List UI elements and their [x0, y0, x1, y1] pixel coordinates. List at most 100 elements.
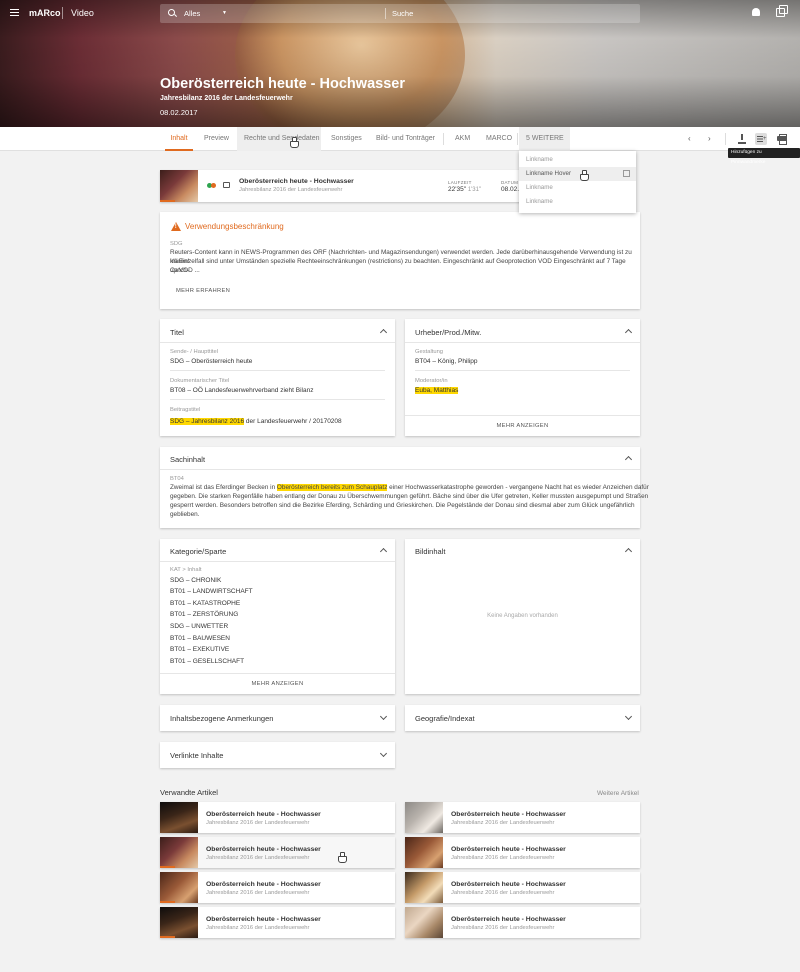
chevron-up-icon[interactable]	[624, 328, 633, 337]
sachinhalt-code: BT04	[170, 476, 184, 482]
date-label: DATUM	[501, 180, 519, 185]
download-icon[interactable]	[736, 133, 748, 145]
chevron-down-icon[interactable]	[379, 749, 388, 758]
learn-more-button[interactable]: MEHR ERFAHREN	[176, 288, 230, 294]
search-input[interactable]	[392, 7, 622, 20]
brand-logo[interactable]: mARco	[29, 8, 61, 18]
dropdown-item-hover[interactable]: Linkname Hover	[519, 167, 636, 181]
chevron-right-icon[interactable]: ›	[708, 134, 711, 143]
tooltip: Hinzufügen zu Pinnwandmerke	[728, 148, 800, 165]
page-subtitle: Jahresbilanz 2016 der Landesfeuerwehr	[160, 95, 293, 102]
related-item[interactable]: Oberösterreich heute - Hochwasser Jahres…	[160, 907, 395, 938]
chevron-down-icon[interactable]: ▼	[222, 10, 227, 16]
related-subtitle: Jahresbilanz 2016 der Landesfeuerwehr	[206, 855, 310, 861]
geografie-card[interactable]: Geografie/Indexat	[405, 705, 640, 731]
tab-akm[interactable]: AKM	[455, 127, 470, 151]
related-item[interactable]: Oberösterreich heute - Hochwasser Jahres…	[405, 872, 640, 903]
kategorie-item: BT01 – LANDWIRTSCHAFT	[170, 588, 253, 595]
related-title: Oberösterreich heute - Hochwasser	[206, 846, 321, 853]
section-name: Video	[71, 8, 94, 18]
related-subtitle: Jahresbilanz 2016 der Landesfeuerwehr	[451, 855, 555, 861]
field-label: Gestaltung	[415, 349, 444, 355]
top-app-bar: mARco Video Alles ▼	[0, 0, 800, 27]
duration-label: LAUFZEIT	[448, 180, 472, 185]
more-articles-link[interactable]: Weitere Artikel	[597, 790, 639, 797]
menu-icon[interactable]	[10, 9, 19, 16]
tab-rechte[interactable]: Rechte und Sendedaten	[237, 127, 321, 151]
chevron-up-icon[interactable]	[379, 547, 388, 556]
tab-bar: Inhalt Preview Rechte und Sendedaten Son…	[0, 127, 800, 165]
chevron-down-icon[interactable]	[624, 712, 633, 721]
related-title: Oberösterreich heute - Hochwasser	[451, 881, 566, 888]
restriction-code: SDG	[170, 241, 183, 247]
bell-icon[interactable]	[752, 8, 760, 16]
chevron-up-icon[interactable]	[624, 547, 633, 556]
titel-card: Titel Sende- / Haupttitel SDG – Oberöste…	[160, 319, 395, 436]
tab-preview[interactable]: Preview	[204, 127, 229, 151]
urheber-heading: Urheber/Prod./Mitw.	[415, 328, 482, 337]
kategorie-item: SDG – CHRONIK	[170, 577, 222, 584]
external-link-icon[interactable]	[623, 170, 630, 177]
field-value: BT08 – OÖ Landesfeuerwehrverband zieht B…	[170, 387, 314, 394]
page-title: Oberösterreich heute - Hochwasser	[160, 76, 405, 92]
progress-bar	[160, 936, 176, 938]
search-bar: Alles ▼	[160, 4, 640, 23]
chevron-left-icon[interactable]: ‹	[688, 134, 691, 143]
sachinhalt-text: geblieben.	[170, 511, 200, 518]
kategorie-item: BT01 – EXEKUTIVE	[170, 646, 230, 653]
mouse-cursor	[580, 170, 589, 181]
related-thumbnail[interactable]	[160, 872, 198, 903]
video-thumbnail[interactable]	[160, 170, 198, 202]
tab-inhalt[interactable]: Inhalt	[165, 127, 193, 151]
show-more-button[interactable]: MEHR ANZEIGEN	[160, 681, 395, 687]
field-label: Dokumentarischer Titel	[170, 378, 230, 384]
related-thumbnail[interactable]	[160, 837, 198, 868]
related-item[interactable]: Oberösterreich heute - Hochwasser Jahres…	[405, 907, 640, 938]
related-thumbnail[interactable]	[405, 872, 443, 903]
verlinkt-card[interactable]: Verlinkte Inhalte	[160, 742, 395, 768]
verlinkt-heading: Verlinkte Inhalte	[170, 751, 224, 760]
related-title: Oberösterreich heute - Hochwasser	[451, 846, 566, 853]
tab-marco[interactable]: MARCO	[486, 127, 512, 151]
dropdown-item[interactable]: Linkname	[519, 195, 636, 209]
search-icon[interactable]	[168, 9, 175, 16]
related-thumbnail[interactable]	[405, 837, 443, 868]
tab-more[interactable]: 5 WEITERE ...	[519, 127, 570, 165]
search-scope-select[interactable]: Alles	[184, 9, 200, 18]
anmerkungen-heading: Inhaltsbezogene Anmerkungen	[170, 714, 274, 723]
mouse-cursor	[290, 137, 299, 148]
video-card[interactable]: Oberösterreich heute - Hochwasser Jahres…	[160, 170, 524, 202]
add-to-pinboard-icon[interactable]	[755, 133, 767, 145]
chevron-down-icon[interactable]	[379, 712, 388, 721]
related-thumbnail[interactable]	[160, 802, 198, 833]
print-icon[interactable]	[776, 133, 788, 145]
restriction-title: Verwendungsbeschränkung	[185, 222, 284, 231]
related-thumbnail[interactable]	[405, 802, 443, 833]
warning-icon	[171, 222, 181, 231]
field-value: BT04 – König, Philipp	[415, 358, 478, 365]
related-thumbnail[interactable]	[160, 907, 198, 938]
related-item[interactable]: Oberösterreich heute - Hochwasser Jahres…	[160, 802, 395, 833]
apps-icon[interactable]	[776, 5, 788, 17]
dropdown-item[interactable]: Linkname	[519, 181, 636, 195]
empty-state: Keine Angaben vorhanden	[487, 613, 558, 619]
related-item[interactable]: Oberösterreich heute - Hochwasser Jahres…	[405, 837, 640, 868]
kategorie-item: BT01 – KATASTROPHE	[170, 600, 241, 607]
related-thumbnail[interactable]	[405, 907, 443, 938]
related-title: Oberösterreich heute - Hochwasser	[451, 811, 566, 818]
related-title: Oberösterreich heute - Hochwasser	[451, 916, 566, 923]
show-more-button[interactable]: MEHR ANZEIGEN	[405, 423, 640, 429]
tab-sonstiges[interactable]: Sonstiges	[331, 127, 362, 151]
field-value: Euba, Matthias	[415, 387, 459, 394]
chevron-up-icon[interactable]	[379, 328, 388, 337]
titel-heading: Titel	[170, 328, 184, 337]
kategorie-card: Kategorie/Sparte KAT > Inhalt SDG – CHRO…	[160, 539, 395, 694]
chevron-up-icon[interactable]	[624, 455, 633, 464]
dropdown-item[interactable]: Linkname	[519, 153, 636, 167]
related-item[interactable]: Oberösterreich heute - Hochwasser Jahres…	[160, 872, 395, 903]
related-item[interactable]: Oberösterreich heute - Hochwasser Jahres…	[405, 802, 640, 833]
anmerkungen-card[interactable]: Inhaltsbezogene Anmerkungen	[160, 705, 395, 731]
tab-bild-tontraeger[interactable]: Bild- und Tonträger	[376, 127, 435, 151]
progress-bar	[160, 200, 176, 202]
related-item[interactable]: Oberösterreich heute - Hochwasser Jahres…	[160, 837, 395, 868]
